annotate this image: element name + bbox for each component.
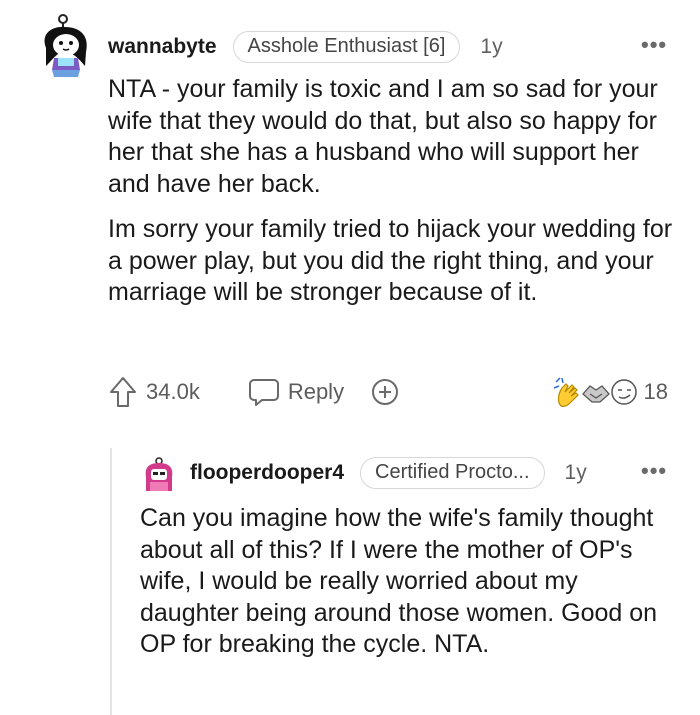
- reply-label: Reply: [287, 379, 345, 404]
- speech-bubble-icon: [248, 376, 280, 408]
- add-award-icon[interactable]: [370, 376, 400, 408]
- upvote-count: 34.0k: [146, 379, 200, 404]
- user-flair: Asshole Enthusiast [6]: [232, 31, 461, 63]
- reply-button[interactable]: Reply: [248, 376, 344, 408]
- reply-user-avatar[interactable]: [142, 457, 176, 493]
- comment-body: NTA - your family is toxic and I am so s…: [108, 74, 683, 309]
- comment-actions: 34.0k Reply 18: [108, 374, 668, 410]
- face-award-icon: [608, 376, 640, 408]
- comment-meta: wannabyte Asshole Enthusiast [6] 1y: [108, 30, 503, 64]
- upvote-control: 34.0k: [108, 375, 200, 409]
- comment-paragraph-2: Im sorry your family tried to hijack you…: [108, 215, 673, 306]
- reply-age: 1y: [564, 461, 587, 484]
- more-options-icon[interactable]: •••: [641, 32, 667, 58]
- username[interactable]: wannabyte: [108, 35, 217, 59]
- upvote-arrow-icon[interactable]: [108, 375, 138, 409]
- reply-body: Can you imagine how the wife's family th…: [140, 503, 680, 661]
- comment-age: 1y: [480, 35, 503, 58]
- reply-paragraph: Can you imagine how the wife's family th…: [140, 504, 658, 658]
- reply-username[interactable]: flooperdooper4: [190, 461, 344, 485]
- reply-meta: flooperdooper4 Certified Procto... 1y: [190, 456, 587, 490]
- comment-paragraph-1: NTA - your family is toxic and I am so s…: [108, 75, 658, 198]
- reply-more-options-icon[interactable]: •••: [641, 458, 667, 484]
- award-count: 18: [643, 379, 668, 404]
- reply-user-flair: Certified Procto...: [360, 457, 545, 489]
- thread-line[interactable]: [110, 448, 112, 715]
- awards-row[interactable]: 18: [552, 376, 668, 408]
- user-avatar[interactable]: [36, 14, 94, 78]
